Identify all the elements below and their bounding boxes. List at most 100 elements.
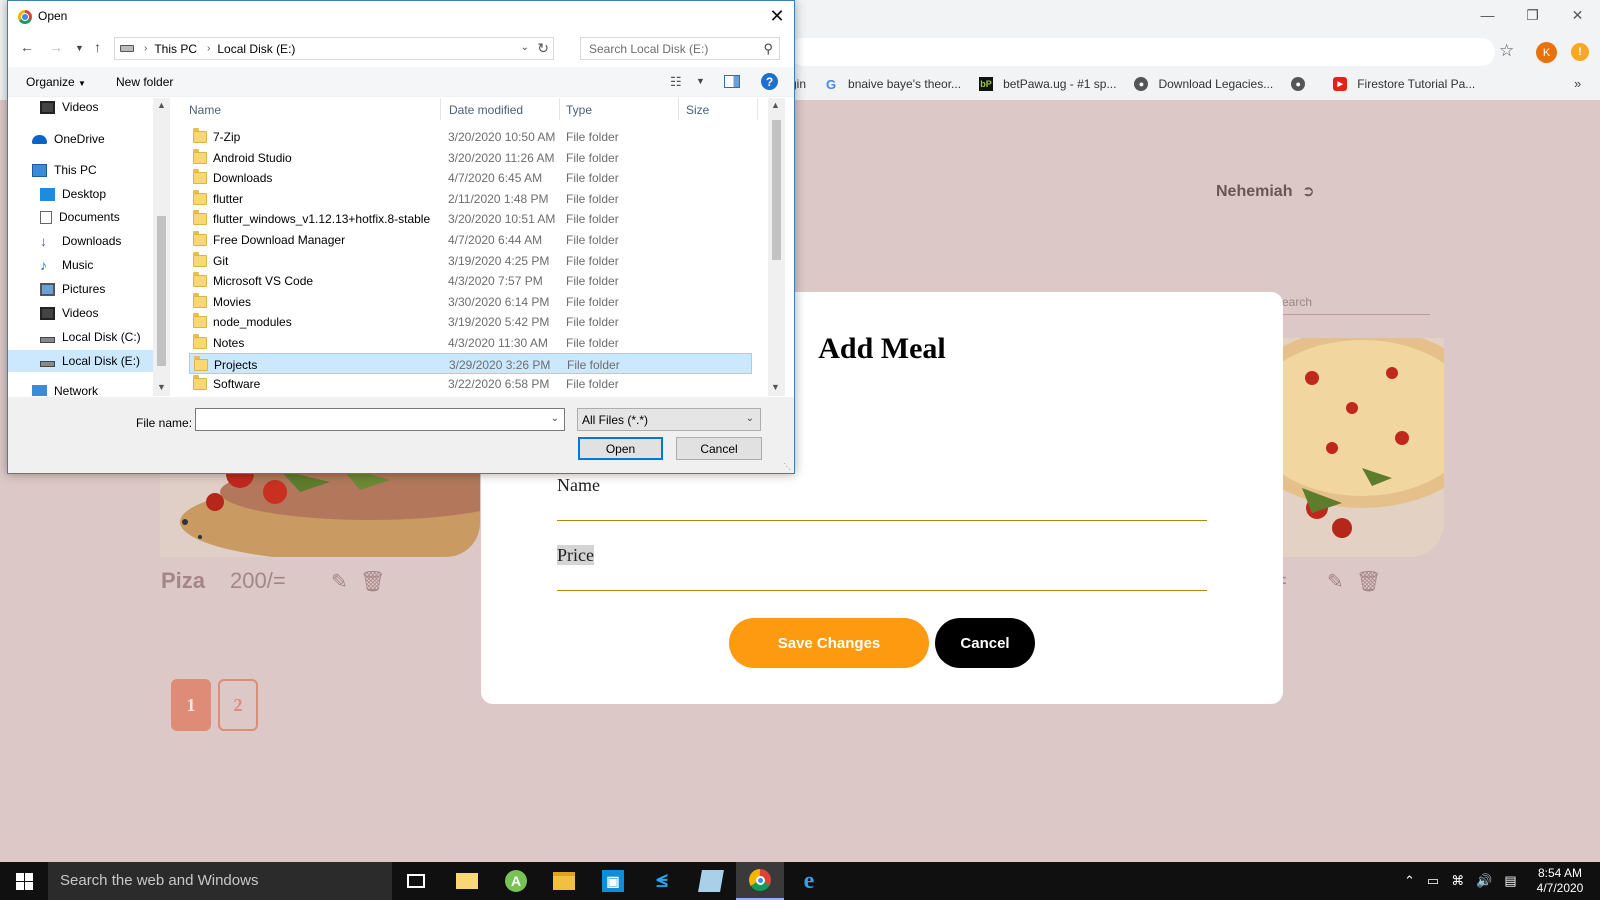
up-arrow-icon[interactable]: ↑	[94, 39, 101, 55]
column-date-modified[interactable]: Date modified	[449, 103, 523, 117]
file-type-select[interactable]: All Files (*.*) ⌄	[577, 408, 761, 431]
preview-pane-icon[interactable]	[724, 75, 740, 88]
file-row[interactable]: Projects 3/29/2020 3:26 PM File folder	[189, 352, 752, 374]
close-icon[interactable]: ✕	[760, 1, 794, 32]
column-divider[interactable]	[559, 98, 560, 120]
file-row[interactable]: Free Download Manager 4/7/2020 6:44 AM Fil…	[189, 229, 752, 250]
nav-item-local-disk-e[interactable]: Local Disk (E:)	[8, 350, 153, 372]
file-row[interactable]: Software 3/22/2020 6:58 PM File folder	[189, 373, 752, 394]
volume-icon[interactable]: 🔊	[1476, 873, 1492, 889]
file-row[interactable]: 7-Zip 3/20/2020 10:50 AM File folder	[189, 126, 752, 147]
show-hidden-icons-icon[interactable]: ⌃	[1404, 873, 1415, 889]
start-button[interactable]	[0, 862, 48, 900]
file-row[interactable]: Android Studio 3/20/2020 11:26 AM File fol…	[189, 147, 752, 168]
more-bookmarks-icon[interactable]: »	[1574, 76, 1581, 91]
file-row[interactable]: flutter_windows_v1.12.13+hotfix.8-stable…	[189, 208, 752, 229]
file-explorer-icon[interactable]	[540, 862, 588, 900]
file-row[interactable]: Movies 3/30/2020 6:14 PM File folder	[189, 291, 752, 312]
notifications-icon[interactable]: ▤	[1504, 873, 1516, 889]
column-size[interactable]: Size	[686, 103, 709, 117]
cancel-button[interactable]: Cancel	[676, 437, 762, 460]
notepad-icon[interactable]	[687, 862, 735, 900]
taskbar-search-input[interactable]: Search the web and Windows	[48, 862, 392, 900]
back-arrow-icon[interactable]: ←	[20, 39, 34, 55]
pagination-page-2[interactable]: 2	[218, 679, 258, 731]
bookmark-star-icon[interactable]: ☆	[1499, 41, 1514, 61]
bookmark-item[interactable]: Gbnaive baye's theor...	[824, 77, 961, 92]
store-icon[interactable]: ▣	[589, 862, 637, 900]
refresh-icon[interactable]: ↻	[537, 40, 549, 57]
nav-item-this-pc[interactable]: This PC	[8, 159, 153, 181]
bookmark-item[interactable]: ▶ Firestore Tutorial Pa...	[1333, 77, 1475, 91]
file-name-input[interactable]: ⌄	[195, 408, 565, 431]
chevron-down-icon[interactable]: ⌄	[551, 413, 559, 424]
breadcrumb-local-disk[interactable]: Local Disk (E:)	[217, 42, 295, 56]
help-icon[interactable]: ?	[761, 73, 778, 90]
nav-pane-scrollbar[interactable]: ▲ ▼	[153, 98, 170, 396]
nav-item-onedrive[interactable]: OneDrive	[8, 128, 153, 150]
logout-icon[interactable]: ➲	[1302, 182, 1315, 200]
chrome-icon[interactable]	[736, 862, 784, 900]
scroll-down-icon[interactable]: ▼	[157, 382, 166, 392]
price-field[interactable]: Price	[557, 545, 1207, 591]
search-input[interactable]: Search	[1270, 295, 1430, 315]
dialog-search-input[interactable]: Search Local Disk (E:) ⚲	[580, 37, 780, 60]
vscode-icon[interactable]: ⪬	[638, 862, 686, 900]
scroll-up-icon[interactable]: ▲	[157, 100, 166, 110]
file-row[interactable]: flutter 2/11/2020 1:48 PM File folder	[189, 188, 752, 209]
folder-app-icon[interactable]	[443, 862, 491, 900]
scrollbar-thumb[interactable]	[772, 120, 781, 260]
minimize-icon[interactable]: —	[1465, 0, 1510, 30]
chevron-down-icon[interactable]: ▼	[696, 76, 705, 86]
pagination-page-1[interactable]: 1	[171, 679, 211, 731]
forward-arrow-icon[interactable]: →	[49, 39, 63, 55]
address-bar[interactable]	[790, 38, 1495, 66]
nav-item-music[interactable]: ♪ Music	[8, 254, 153, 276]
file-row[interactable]: node_modules 3/19/2020 5:42 PM File folder	[189, 311, 752, 332]
column-divider[interactable]	[678, 98, 679, 120]
android-studio-icon[interactable]: A	[492, 862, 540, 900]
edit-icon[interactable]: ✎	[331, 569, 348, 594]
battery-icon[interactable]: ▭	[1427, 873, 1439, 889]
column-divider[interactable]	[440, 98, 441, 120]
nav-item-documents[interactable]: Documents	[8, 206, 153, 228]
organize-button[interactable]: Organize ▼	[26, 75, 86, 89]
update-alert-icon[interactable]: !	[1571, 43, 1589, 61]
nav-item-videos[interactable]: Videos	[8, 98, 153, 118]
file-row[interactable]: Notes 4/3/2020 11:30 AM File folder	[189, 332, 752, 353]
save-changes-button[interactable]: Save Changes	[729, 618, 929, 668]
name-field[interactable]: Name	[557, 475, 1207, 521]
cancel-button[interactable]: Cancel	[935, 618, 1035, 668]
profile-avatar[interactable]: K	[1536, 42, 1557, 63]
delete-icon[interactable]: 🗑	[1356, 569, 1381, 594]
resize-grip-icon[interactable]: ⋱	[783, 462, 791, 471]
open-button[interactable]: Open	[578, 437, 663, 460]
edit-icon[interactable]: ✎	[1327, 569, 1344, 594]
restore-icon[interactable]: ❐	[1510, 0, 1555, 30]
clock[interactable]: 8:54 AM 4/7/2020	[1530, 866, 1590, 896]
column-divider[interactable]	[757, 98, 758, 120]
task-view-icon[interactable]	[392, 862, 440, 900]
bookmark-item[interactable]: ●	[1291, 77, 1315, 91]
file-row[interactable]: Downloads 4/7/2020 6:45 AM File folder	[189, 167, 752, 188]
column-name[interactable]: Name	[189, 103, 221, 117]
scroll-down-icon[interactable]: ▼	[771, 382, 780, 392]
view-options-icon[interactable]: ☷	[670, 74, 682, 90]
nav-item-local-disk-c[interactable]: Local Disk (C:)	[8, 326, 153, 348]
close-icon[interactable]: ✕	[1555, 0, 1600, 30]
nav-item-pictures[interactable]: Pictures	[8, 278, 153, 300]
nav-item-desktop[interactable]: Desktop	[8, 183, 153, 205]
file-list-scrollbar[interactable]: ▲ ▼	[768, 98, 785, 396]
chevron-down-icon[interactable]: ⌄	[521, 42, 529, 53]
file-row[interactable]: Microsoft VS Code 4/3/2020 7:57 PM File fo…	[189, 270, 752, 291]
nav-item-videos-2[interactable]: Videos	[8, 302, 153, 324]
breadcrumb-this-pc[interactable]: This PC	[154, 42, 197, 56]
delete-icon[interactable]: 🗑	[360, 569, 385, 594]
recent-locations-icon[interactable]: ▼	[75, 43, 84, 53]
scrollbar-thumb[interactable]	[157, 216, 166, 366]
edge-icon[interactable]: e	[785, 862, 833, 900]
scroll-up-icon[interactable]: ▲	[771, 100, 780, 110]
nav-item-downloads[interactable]: ↓ Downloads	[8, 230, 153, 252]
nav-item-network[interactable]: Network	[8, 380, 153, 396]
new-folder-button[interactable]: New folder	[116, 75, 173, 89]
